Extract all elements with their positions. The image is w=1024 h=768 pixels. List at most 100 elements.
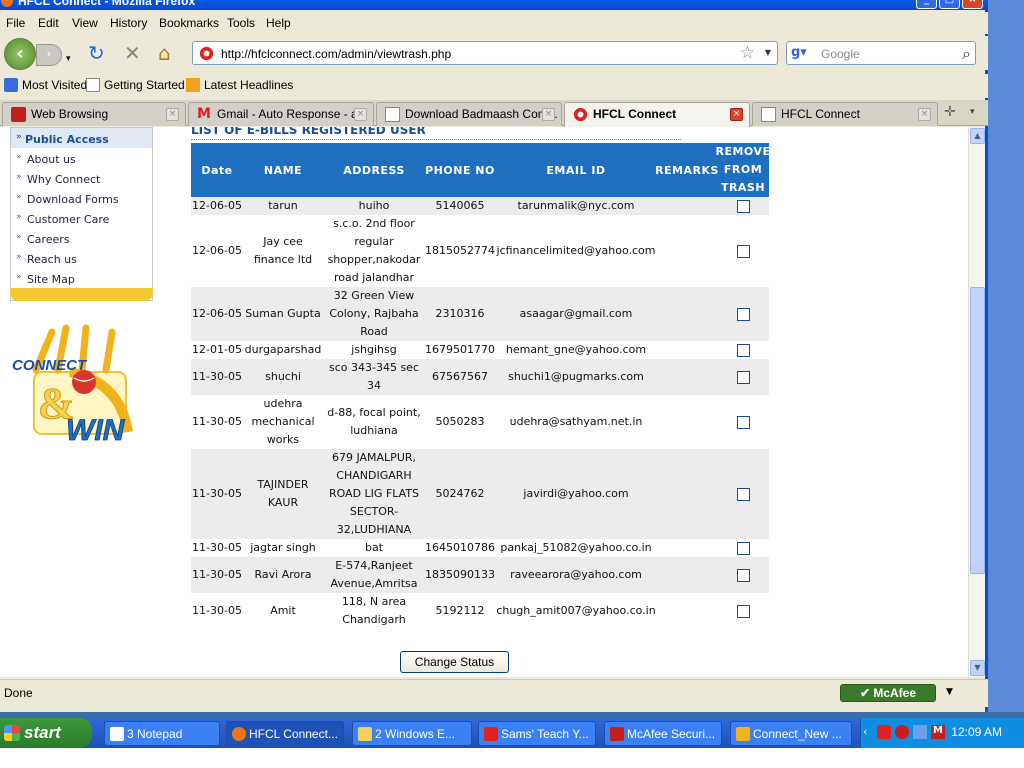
tray-app-icon[interactable] <box>877 725 891 739</box>
start-button[interactable]: start <box>0 718 92 748</box>
remove-from-trash-checkbox[interactable] <box>736 541 750 555</box>
task-windows-explorer[interactable]: 2 Windows E... <box>352 721 472 746</box>
remove-from-trash-checkbox[interactable] <box>736 487 750 501</box>
google-search-engine-icon[interactable]: g▾ <box>791 45 815 61</box>
cell-email: jcfinancelimited@yahoo.com <box>496 244 656 257</box>
task-notepad[interactable]: 3 Notepad <box>104 721 220 746</box>
menu-history[interactable]: History <box>110 16 147 30</box>
menu-edit[interactable]: Edit <box>38 16 59 30</box>
back-button[interactable]: ‹ <box>4 38 36 70</box>
cell-remarks <box>657 287 717 341</box>
remove-from-trash-checkbox[interactable] <box>736 199 750 213</box>
search-bar[interactable]: g▾ Google ⌕ <box>786 41 976 65</box>
task-sams-teach[interactable]: Sams' Teach Y... <box>478 721 596 746</box>
close-button[interactable]: × <box>962 0 983 9</box>
table-row: 12-06-05 Jay cee finance ltd s.c.o. 2nd fl… <box>191 215 769 287</box>
system-tray: ‹ M 12:09 AM <box>860 718 1024 748</box>
tab-download-badmaash[interactable]: Download Badmaash Com... × <box>376 102 562 126</box>
scroll-up-arrow-icon[interactable]: ▲ <box>970 128 985 144</box>
task-hfcl-connect[interactable]: HFCL Connect... <box>226 721 344 746</box>
col-header-remarks: REMARKS <box>655 163 719 177</box>
col-header-email: EMAIL ID <box>546 163 606 177</box>
url-bar[interactable]: http://hfclconnect.com/admin/viewtrash.p… <box>192 41 778 65</box>
remove-from-trash-checkbox[interactable] <box>736 244 750 258</box>
tab-hfcl-connect-active[interactable]: HFCL Connect × <box>564 102 750 127</box>
sidebar-header[interactable]: Public Access <box>11 128 152 148</box>
tab-gmail[interactable]: M Gmail - Auto Response - a... × <box>188 102 374 126</box>
cell-remove-from-trash <box>717 593 769 629</box>
tab-close-icon[interactable]: × <box>918 108 931 121</box>
menu-view[interactable]: View <box>72 16 98 30</box>
remove-from-trash-checkbox[interactable] <box>736 415 750 429</box>
sidebar-item-why-connect[interactable]: Why Connect <box>11 168 152 188</box>
scroll-down-arrow-icon[interactable]: ▼ <box>970 660 985 676</box>
table-row: 12-01-05 durgaparshad jshgihsg 1679501770 he… <box>191 341 769 359</box>
sidebar-item-reach-us[interactable]: Reach us <box>11 248 152 268</box>
menu-file[interactable]: File <box>6 16 25 30</box>
cell-name: Suman Gupta <box>245 307 321 320</box>
tab-web-browsing[interactable]: Web Browsing × <box>2 102 186 126</box>
sidebar-footer-bar <box>10 288 153 301</box>
maximize-button[interactable]: □ <box>939 0 960 9</box>
bookmark-getting-started[interactable]: Getting Started <box>86 78 185 92</box>
sidebar-item-customer-care[interactable]: Customer Care <box>11 208 152 228</box>
change-status-button[interactable]: Change Status <box>400 651 509 673</box>
history-dropdown-icon[interactable]: ▾ <box>66 48 71 70</box>
new-tab-icon[interactable]: ✛ <box>944 104 956 120</box>
home-icon[interactable]: ⌂ <box>158 42 171 64</box>
cell-address: s.c.o. 2nd floor regular shopper,nakodar… <box>327 217 421 284</box>
vertical-scrollbar[interactable]: ▲ ▼ <box>968 127 985 677</box>
tray-expand-icon[interactable]: ‹ <box>863 725 867 738</box>
sidebar-item-careers[interactable]: Careers <box>11 228 152 248</box>
navigation-toolbar: ‹ › ▾ ↻ ✕ ⌂ http://hfclconnect.com/admin… <box>0 36 988 70</box>
sidebar-item-site-map[interactable]: Site Map <box>11 268 152 288</box>
remove-from-trash-checkbox[interactable] <box>736 568 750 582</box>
mcafee-dropdown-icon[interactable]: ▼ <box>946 687 953 697</box>
gmail-icon: M <box>197 106 211 122</box>
scrollbar-thumb[interactable] <box>970 287 985 574</box>
sidebar-item-download-forms[interactable]: Download Forms <box>11 188 152 208</box>
page-icon <box>86 78 100 92</box>
forward-button[interactable]: › <box>36 44 62 66</box>
remove-from-trash-checkbox[interactable] <box>736 604 750 618</box>
cell-email: hemant_gne@yahoo.com <box>505 343 647 356</box>
reload-icon[interactable]: ↻ <box>88 42 105 64</box>
tab-close-icon[interactable]: × <box>166 108 179 121</box>
sidebar-nav: Public Access About us Why Connect Downl… <box>10 127 153 301</box>
window-title: HFCL Connect - Mozilla Firefox <box>18 0 196 8</box>
pdf-icon <box>484 727 498 741</box>
bookmark-latest-headlines[interactable]: Latest Headlines <box>186 78 293 92</box>
url-dropdown-icon[interactable]: ▼ <box>765 48 771 57</box>
cell-remarks <box>657 449 717 539</box>
tab-close-icon[interactable]: × <box>730 108 743 121</box>
menu-bookmarks[interactable]: Bookmarks <box>159 16 219 30</box>
tab-close-icon[interactable]: × <box>542 108 555 121</box>
bookmark-star-icon[interactable]: ☆ <box>740 43 755 63</box>
connect-and-win-banner[interactable]: CONNECT & WIN <box>10 322 152 447</box>
cell-name: durgaparshad <box>244 343 322 356</box>
stop-icon[interactable]: ✕ <box>124 42 141 64</box>
banner-connect-text: CONNECT <box>12 357 88 374</box>
cell-date: 11-30-05 <box>192 487 242 500</box>
bookmark-most-visited[interactable]: Most Visited <box>4 78 87 92</box>
table-row: 11-30-05 shuchi sco 343-345 sec 34 67567567… <box>191 359 769 395</box>
tray-antivirus-icon[interactable] <box>895 725 909 739</box>
tab-hfcl-connect[interactable]: HFCL Connect × <box>752 102 938 126</box>
minimize-button[interactable]: _ <box>916 0 937 9</box>
cell-remove-from-trash <box>717 539 769 557</box>
cell-remarks <box>657 215 717 287</box>
sidebar-item-about-us[interactable]: About us <box>11 148 152 168</box>
tab-list-icon[interactable]: ▾ <box>970 107 975 117</box>
remove-from-trash-checkbox[interactable] <box>736 307 750 321</box>
remove-from-trash-checkbox[interactable] <box>736 343 750 357</box>
task-mcafee[interactable]: McAfee Securi... <box>604 721 722 746</box>
search-icon[interactable]: ⌕ <box>962 44 971 64</box>
tray-mcafee-icon[interactable]: M <box>931 725 945 739</box>
tray-network-icon[interactable] <box>913 725 927 739</box>
menu-tools[interactable]: Tools <box>227 16 255 30</box>
tab-close-icon[interactable]: × <box>354 108 367 121</box>
remove-from-trash-checkbox[interactable] <box>736 370 750 384</box>
mcafee-siteadvisor-button[interactable]: ✔ McAfee <box>840 684 936 702</box>
task-connect-new[interactable]: Connect_New ... <box>730 721 852 746</box>
menu-help[interactable]: Help <box>266 16 291 30</box>
